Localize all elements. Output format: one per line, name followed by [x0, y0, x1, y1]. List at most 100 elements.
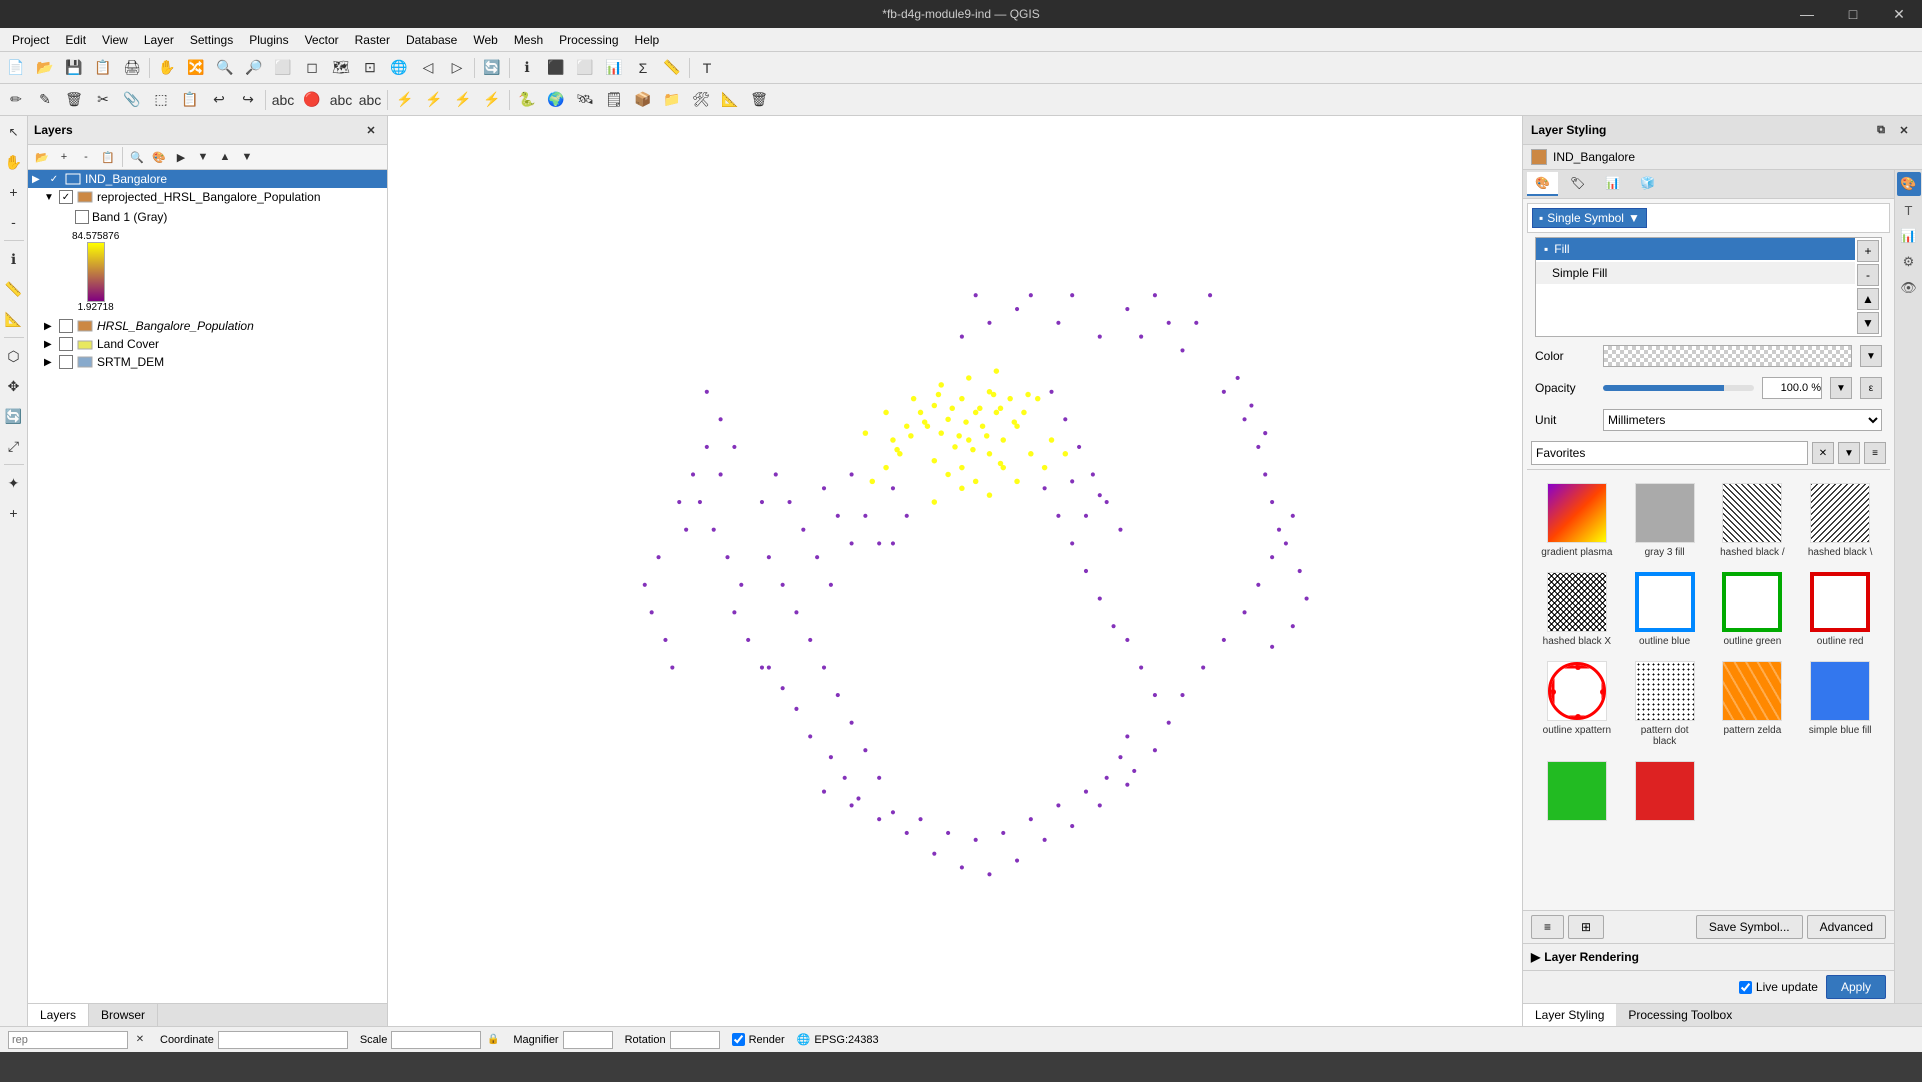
digitize2-button[interactable]: ✎ [31, 86, 59, 114]
menu-mesh[interactable]: Mesh [506, 28, 551, 52]
label-button[interactable]: abc [269, 86, 297, 114]
tb2-btn8[interactable]: ↩ [205, 86, 233, 114]
layers-collapse-btn[interactable]: ▼ [193, 147, 213, 167]
styling-icon-rendering[interactable]: 👁 [1897, 276, 1921, 300]
snap4-button[interactable]: ⚡ [478, 86, 506, 114]
symbol-type-dropdown[interactable]: ▪ Single Symbol ▼ [1532, 208, 1647, 228]
opacity-expr-btn[interactable]: ε [1860, 377, 1882, 399]
layers-up-btn[interactable]: ▲ [215, 147, 235, 167]
magnifier-input[interactable]: 100% [563, 1031, 613, 1049]
save-project-button[interactable]: 💾 [60, 54, 88, 82]
menu-layer[interactable]: Layer [136, 28, 182, 52]
layers-filter-btn[interactable]: 🔍 [127, 147, 147, 167]
add-layer-btn[interactable]: + [1857, 240, 1879, 262]
snap2-button[interactable]: ⚡ [420, 86, 448, 114]
menu-raster[interactable]: Raster [347, 28, 398, 52]
symbol-item-outline-blue[interactable]: outline blue [1623, 567, 1707, 652]
grid-view-btn[interactable]: ⊞ [1568, 915, 1604, 939]
unit-select[interactable]: Millimeters Pixels Points Map Units [1603, 409, 1882, 431]
pan-map-arrows-button[interactable]: 🔀 [182, 54, 210, 82]
symbol-item-pattern-dot[interactable]: pattern dot black [1623, 656, 1707, 752]
tb2-btn4[interactable]: ✂ [89, 86, 117, 114]
new-project-button[interactable]: 📄 [2, 54, 30, 82]
pan-tool[interactable]: ✋ [0, 148, 28, 176]
deselect-button[interactable]: ⬜ [571, 54, 599, 82]
layer-item-landcover[interactable]: ▶ Land Cover [28, 335, 387, 353]
favorites-clear-btn[interactable]: ✕ [1812, 442, 1834, 464]
opacity-slider[interactable] [1603, 385, 1754, 391]
print-button[interactable]: 🖨 [118, 54, 146, 82]
opacity-arrow-btn[interactable]: ▼ [1830, 377, 1852, 399]
rotation-input[interactable]: 0.0 ° [670, 1031, 720, 1049]
edit-node-tool[interactable]: ⬡ [0, 342, 28, 370]
measure-tool[interactable]: 📏 [0, 275, 28, 303]
zoom-next-button[interactable]: ▷ [443, 54, 471, 82]
plugin8-button[interactable]: 📐 [716, 86, 744, 114]
menu-view[interactable]: View [94, 28, 136, 52]
expand-arrow-reprojected[interactable]: ▼ [44, 192, 56, 203]
menu-settings[interactable]: Settings [182, 28, 241, 52]
tab-layer-styling[interactable]: Layer Styling [1523, 1004, 1616, 1026]
symbol-item-outline-green[interactable]: outline green [1711, 567, 1795, 652]
symbol-item-gradient-plasma[interactable]: gradient plasma [1535, 478, 1619, 563]
layers-open-btn[interactable]: 📂 [32, 147, 52, 167]
tab-browser[interactable]: Browser [89, 1004, 158, 1026]
color-swatch[interactable] [1603, 345, 1852, 367]
list-view-btn[interactable]: ≡ [1531, 915, 1564, 939]
plugin3-button[interactable]: 🛰 [571, 86, 599, 114]
menu-project[interactable]: Project [4, 28, 57, 52]
scale-input[interactable]: 1:283547 [391, 1031, 481, 1049]
tb2-btn5[interactable]: 📎 [118, 86, 146, 114]
tab-diagrams[interactable]: 📊 [1597, 172, 1628, 196]
plugin1-button[interactable]: 🐍 [513, 86, 541, 114]
zoom-full-button[interactable]: 🌐 [385, 54, 413, 82]
select-features-button[interactable]: ⬛ [542, 54, 570, 82]
symbol-item-hashed-black-x[interactable]: hashed black X [1535, 567, 1619, 652]
coordinate-input[interactable]: 2446788.997362 [218, 1031, 348, 1049]
styling-icon-fields[interactable]: ⚙ [1897, 250, 1921, 274]
refresh-button[interactable]: 🔄 [478, 54, 506, 82]
save-symbol-btn[interactable]: Save Symbol... [1696, 915, 1803, 939]
scale-tool[interactable]: ⤢ [0, 432, 28, 460]
layer-checkbox-srtm[interactable] [59, 355, 73, 369]
layers-down-btn[interactable]: ▼ [237, 147, 257, 167]
apply-button[interactable]: Apply [1826, 975, 1886, 999]
measure-button[interactable]: 📏 [658, 54, 686, 82]
tb2-btn7[interactable]: 📋 [176, 86, 204, 114]
layers-style-btn[interactable]: 🎨 [149, 147, 169, 167]
map-canvas[interactable] [388, 116, 1522, 1026]
zoom-in-tool[interactable]: + [0, 178, 28, 206]
search-clear-btn[interactable]: ✕ [132, 1032, 148, 1048]
tb2-btn3[interactable]: 🗑 [60, 86, 88, 114]
fill-layer-item[interactable]: ▪ Fill [1536, 238, 1855, 260]
tb2-btn9[interactable]: ↪ [234, 86, 262, 114]
expand-arrow-hrsl[interactable]: ▶ [44, 321, 56, 332]
identify-tool[interactable]: ℹ [0, 245, 28, 273]
layers-open2-btn[interactable]: 📋 [98, 147, 118, 167]
zoom-last-button[interactable]: ◁ [414, 54, 442, 82]
styling-float-btn[interactable]: ⧉ [1871, 120, 1891, 140]
add-feature-tool[interactable]: + [0, 499, 28, 527]
advanced-btn[interactable]: Advanced [1807, 915, 1886, 939]
rule-button[interactable]: 🔴 [298, 86, 326, 114]
zoom-out-button[interactable]: 🔎 [240, 54, 268, 82]
search-input[interactable] [8, 1031, 128, 1049]
scale-lock-btn[interactable]: 🔒 [485, 1032, 501, 1048]
save-as-button[interactable]: 📋 [89, 54, 117, 82]
opacity-input[interactable] [1762, 377, 1822, 399]
plugin2-button[interactable]: 🌍 [542, 86, 570, 114]
layer-checkbox-reprojected[interactable]: ✓ [59, 190, 73, 204]
menu-plugins[interactable]: Plugins [241, 28, 296, 52]
menu-help[interactable]: Help [627, 28, 668, 52]
label3-button[interactable]: abc [356, 86, 384, 114]
measure-angle-tool[interactable]: 📐 [0, 305, 28, 333]
move-tool[interactable]: ✥ [0, 372, 28, 400]
snap-button[interactable]: ⚡ [391, 86, 419, 114]
layer-checkbox-hrsl[interactable] [59, 319, 73, 333]
styling-icon-diagrams[interactable]: 📊 [1897, 224, 1921, 248]
tab-paintbrush[interactable]: 🎨 [1527, 172, 1558, 196]
digitize-button[interactable]: ✏ [2, 86, 30, 114]
plugin4-button[interactable]: 🗒 [600, 86, 628, 114]
layer-item-srtm[interactable]: ▶ SRTM_DEM [28, 353, 387, 371]
annotation-button[interactable]: T [693, 54, 721, 82]
